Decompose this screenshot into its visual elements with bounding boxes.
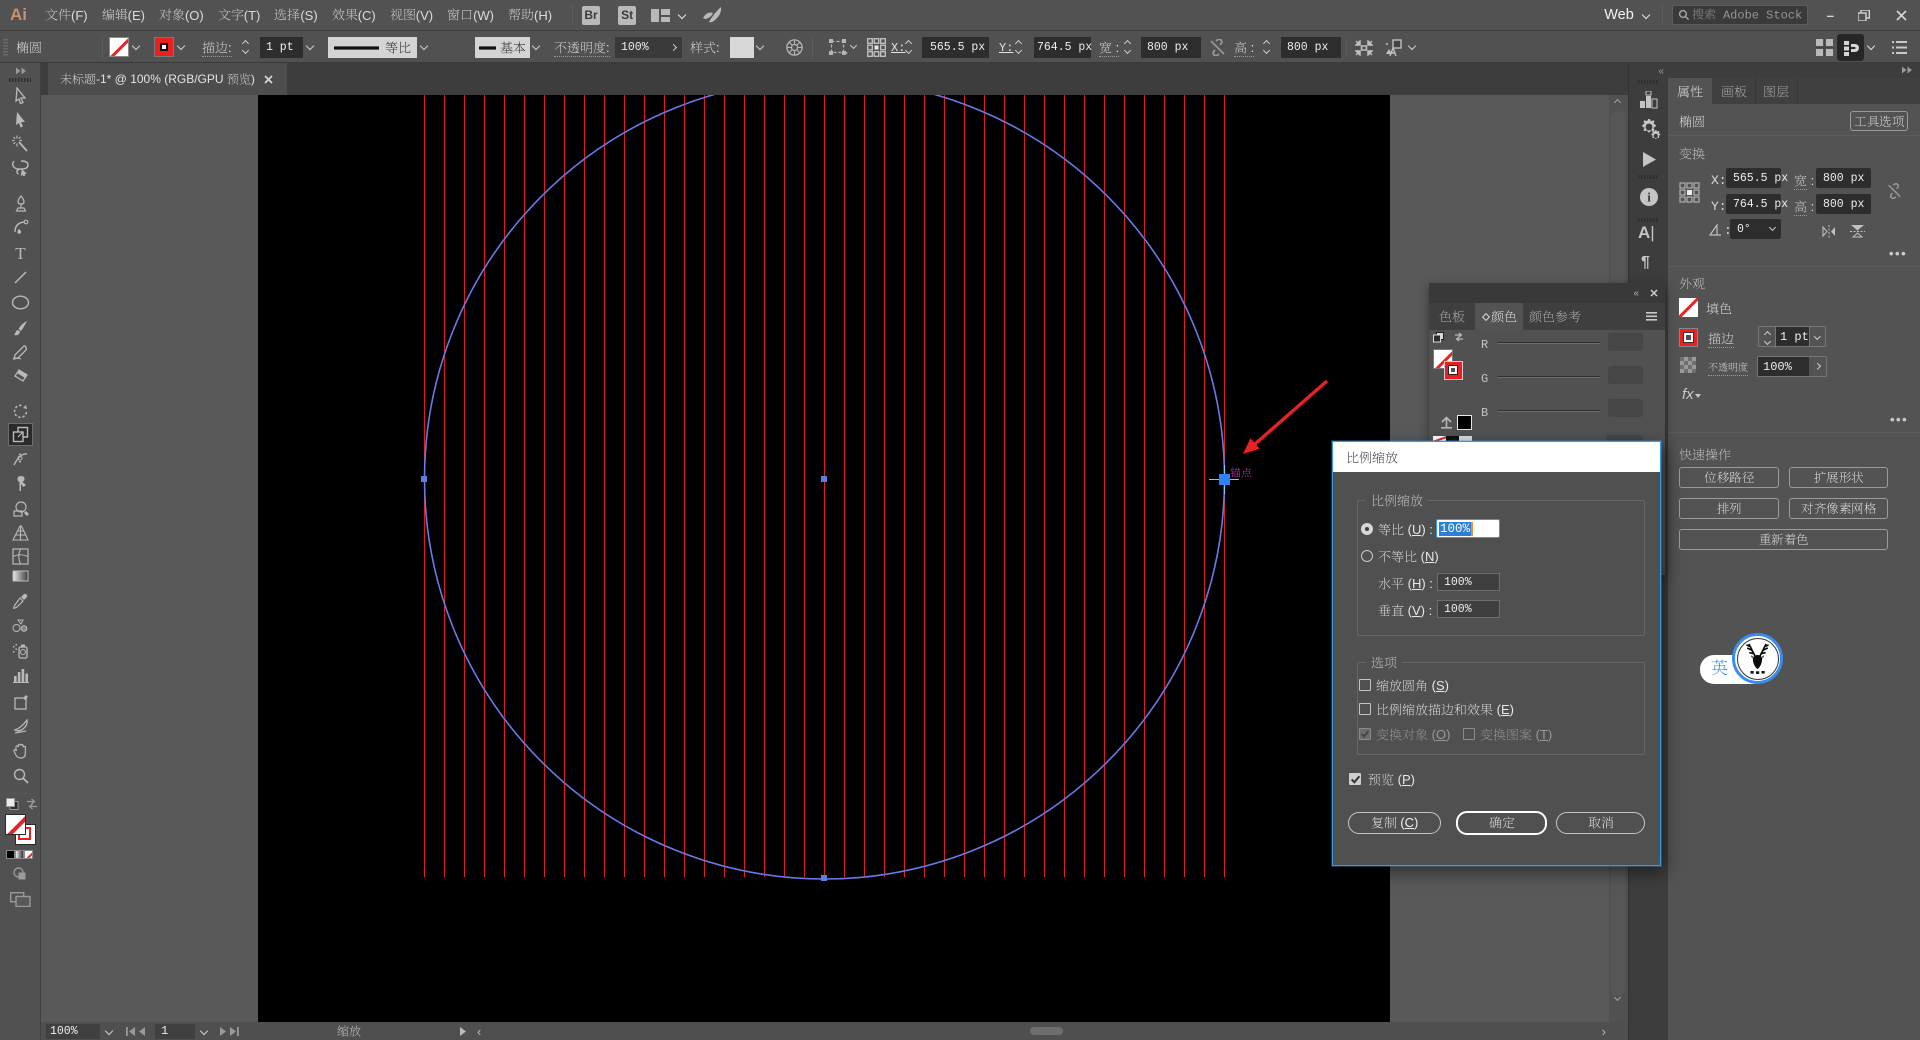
svg-text:T: T	[15, 245, 26, 261]
svg-text:i: i	[1647, 190, 1651, 205]
